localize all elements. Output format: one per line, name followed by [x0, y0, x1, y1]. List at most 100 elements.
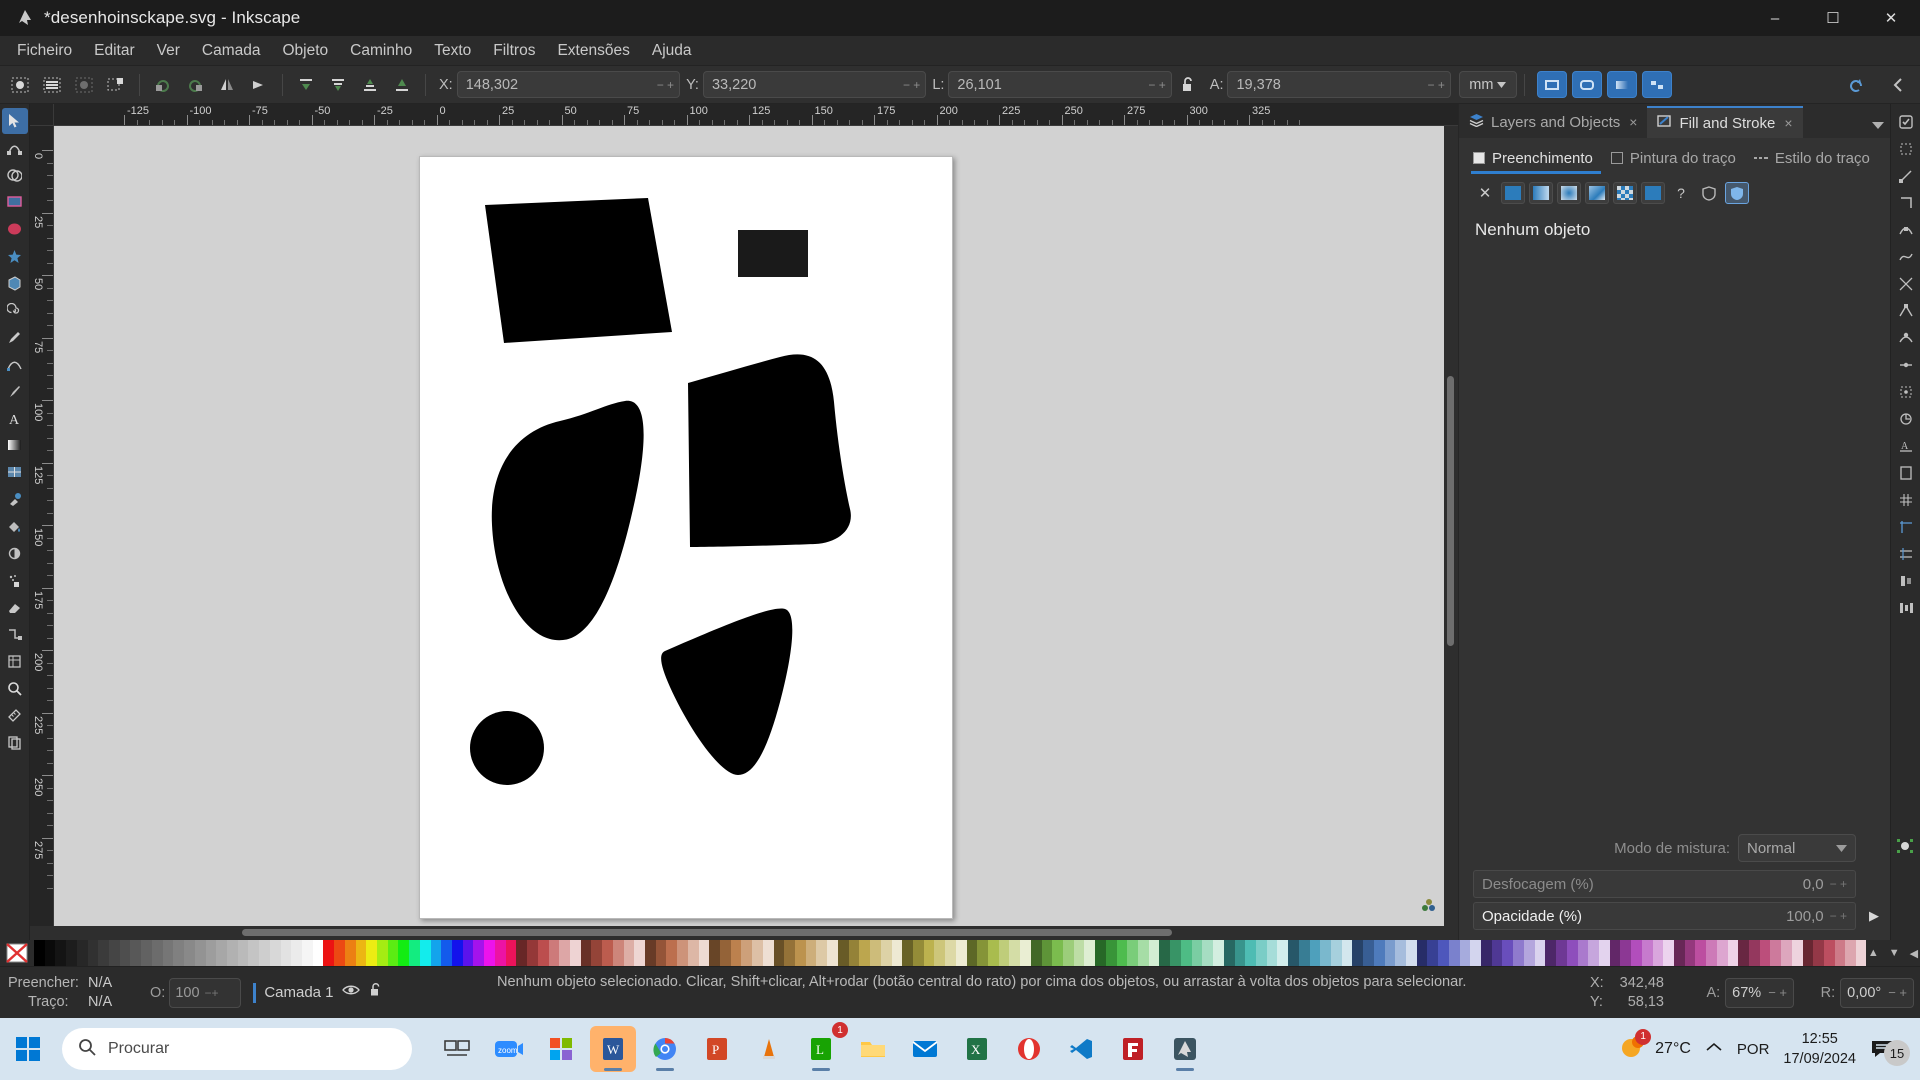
palette-swatch[interactable] — [1341, 940, 1353, 966]
shape-builder-tool[interactable] — [2, 162, 28, 188]
select-all-layers-icon[interactable] — [37, 71, 67, 99]
inkscape-app[interactable] — [1162, 1026, 1208, 1072]
zoom-stepper[interactable]: − + — [1768, 985, 1787, 1000]
palette-swatch[interactable] — [301, 940, 313, 966]
rectangle-tool[interactable] — [2, 189, 28, 215]
palette-swatches[interactable] — [34, 940, 1866, 966]
palette-swatch[interactable] — [1545, 940, 1557, 966]
affect-rounded-corners-icon[interactable] — [1571, 71, 1602, 98]
palette-swatch[interactable] — [1105, 940, 1117, 966]
palette-swatch[interactable] — [977, 940, 988, 966]
menu-objeto[interactable]: Objeto — [272, 39, 340, 63]
palette-swatch[interactable] — [1481, 940, 1492, 966]
palette-swatch[interactable] — [1213, 940, 1224, 966]
horizontal-ruler-track[interactable]: -125 -100 -75 -50 -25 0 25 50 75 100 125 150 175 200 2… — [54, 104, 1458, 125]
palette-swatch[interactable] — [612, 940, 624, 966]
lock-open-icon[interactable] — [368, 982, 383, 1003]
menu-caminho[interactable]: Caminho — [339, 39, 423, 63]
spiral-tool[interactable] — [2, 297, 28, 323]
vertical-ruler[interactable]: 0 25 50 75 100 125 150 175 200 225 250 275 — [30, 126, 54, 926]
palette-swatch[interactable] — [666, 940, 678, 966]
close-button[interactable]: ✕ — [1862, 0, 1920, 36]
palette-swatch[interactable] — [323, 940, 335, 966]
drawing-canvas[interactable] — [54, 126, 1444, 926]
tab-fill-and-stroke[interactable]: Fill and Stroke × — [1647, 106, 1803, 138]
palette-swatch[interactable] — [109, 940, 120, 966]
palette-swatch[interactable] — [1030, 940, 1042, 966]
mail-app[interactable] — [902, 1026, 948, 1072]
opacity-slider[interactable]: Opacidade (%) 100,0 − + ▶ — [1473, 902, 1879, 930]
palette-swatch[interactable] — [1749, 940, 1760, 966]
palette-swatch[interactable] — [1716, 940, 1728, 966]
opacity-control[interactable]: O: 100 −+ — [150, 977, 242, 1008]
palette-swatch[interactable] — [1255, 940, 1267, 966]
palette-swatch[interactable] — [184, 940, 195, 966]
palette-swatch[interactable] — [1277, 940, 1289, 966]
snap-path-icon[interactable] — [1894, 245, 1918, 269]
palette-swatch[interactable] — [644, 940, 656, 966]
palette-swatch[interactable] — [1781, 940, 1792, 966]
task-view-button[interactable] — [434, 1026, 480, 1072]
palette-swatch[interactable] — [1577, 940, 1589, 966]
palette-swatch[interactable] — [923, 940, 935, 966]
connector-tool[interactable] — [2, 621, 28, 647]
windows-start-icon[interactable] — [0, 1036, 56, 1062]
palette-swatch[interactable] — [312, 940, 324, 966]
menu-extensoes[interactable]: Extensões — [546, 39, 640, 63]
palette-swatch[interactable] — [1802, 940, 1814, 966]
star-tool[interactable] — [2, 243, 28, 269]
palette-swatch[interactable] — [1095, 940, 1106, 966]
blur-value[interactable]: 0,0 — [1803, 876, 1824, 893]
tweak-tool[interactable] — [2, 540, 28, 566]
palette-swatch[interactable] — [237, 940, 249, 966]
palette-swatch[interactable] — [151, 940, 163, 966]
palette-swatch[interactable] — [1759, 940, 1771, 966]
palette-swatch[interactable] — [623, 940, 635, 966]
menu-ajuda[interactable]: Ajuda — [641, 39, 703, 63]
palette-swatch[interactable] — [955, 940, 967, 966]
palette-swatch[interactable] — [1148, 940, 1160, 966]
menu-texto[interactable]: Texto — [423, 39, 482, 63]
color-palette[interactable]: ▲ ▼ ◀ — [0, 940, 1920, 966]
snap-bbox-corner-icon[interactable] — [1894, 191, 1918, 215]
palette-swatch[interactable] — [452, 940, 463, 966]
search-input[interactable]: Procurar — [62, 1028, 412, 1070]
palette-swatch[interactable] — [162, 940, 174, 966]
flat-color-button[interactable] — [1501, 182, 1525, 204]
raise-to-top-icon[interactable] — [291, 71, 321, 99]
palette-swatch[interactable] — [516, 940, 528, 966]
palette-swatch[interactable] — [1363, 940, 1374, 966]
rotation-stepper[interactable]: − + — [1888, 985, 1907, 1000]
palette-swatch[interactable] — [1491, 940, 1503, 966]
snap-cusp-node-icon[interactable] — [1894, 299, 1918, 323]
snap-smooth-node-icon[interactable] — [1894, 326, 1918, 350]
unit-select[interactable]: mm — [1458, 71, 1517, 98]
palette-swatch[interactable] — [827, 940, 838, 966]
menu-filtros[interactable]: Filtros — [482, 39, 546, 63]
palette-swatch[interactable] — [1824, 940, 1835, 966]
rotate-ccw-icon[interactable] — [148, 71, 178, 99]
palette-swatch[interactable] — [1673, 940, 1685, 966]
palette-swatch[interactable] — [344, 940, 356, 966]
palette-swatch[interactable] — [1813, 940, 1825, 966]
zoom-tool[interactable] — [2, 675, 28, 701]
measure-tool[interactable] — [2, 702, 28, 728]
swatch-button[interactable] — [1641, 182, 1665, 204]
palette-swatch[interactable] — [409, 940, 420, 966]
palette-swatch[interactable] — [1641, 940, 1653, 966]
palette-swatch[interactable] — [1459, 940, 1471, 966]
palette-swatch[interactable] — [430, 940, 442, 966]
notification-center[interactable]: 15 — [1870, 1032, 1910, 1066]
horizontal-scrollbar-thumb[interactable] — [242, 929, 1172, 936]
spray-tool[interactable] — [2, 567, 28, 593]
palette-swatch[interactable] — [1330, 940, 1342, 966]
minimize-button[interactable]: – — [1746, 0, 1804, 36]
palette-swatch[interactable] — [130, 940, 142, 966]
tab-layers-close-icon[interactable]: × — [1629, 114, 1637, 130]
lpe-tool[interactable] — [2, 648, 28, 674]
affect-stroke-width-icon[interactable] — [1536, 71, 1567, 98]
powerpoint-app[interactable]: P — [694, 1026, 740, 1072]
menu-camada[interactable]: Camada — [191, 39, 272, 63]
opacity-stepper[interactable]: − + — [1830, 909, 1847, 923]
object-properties-icon[interactable] — [1896, 838, 1914, 859]
